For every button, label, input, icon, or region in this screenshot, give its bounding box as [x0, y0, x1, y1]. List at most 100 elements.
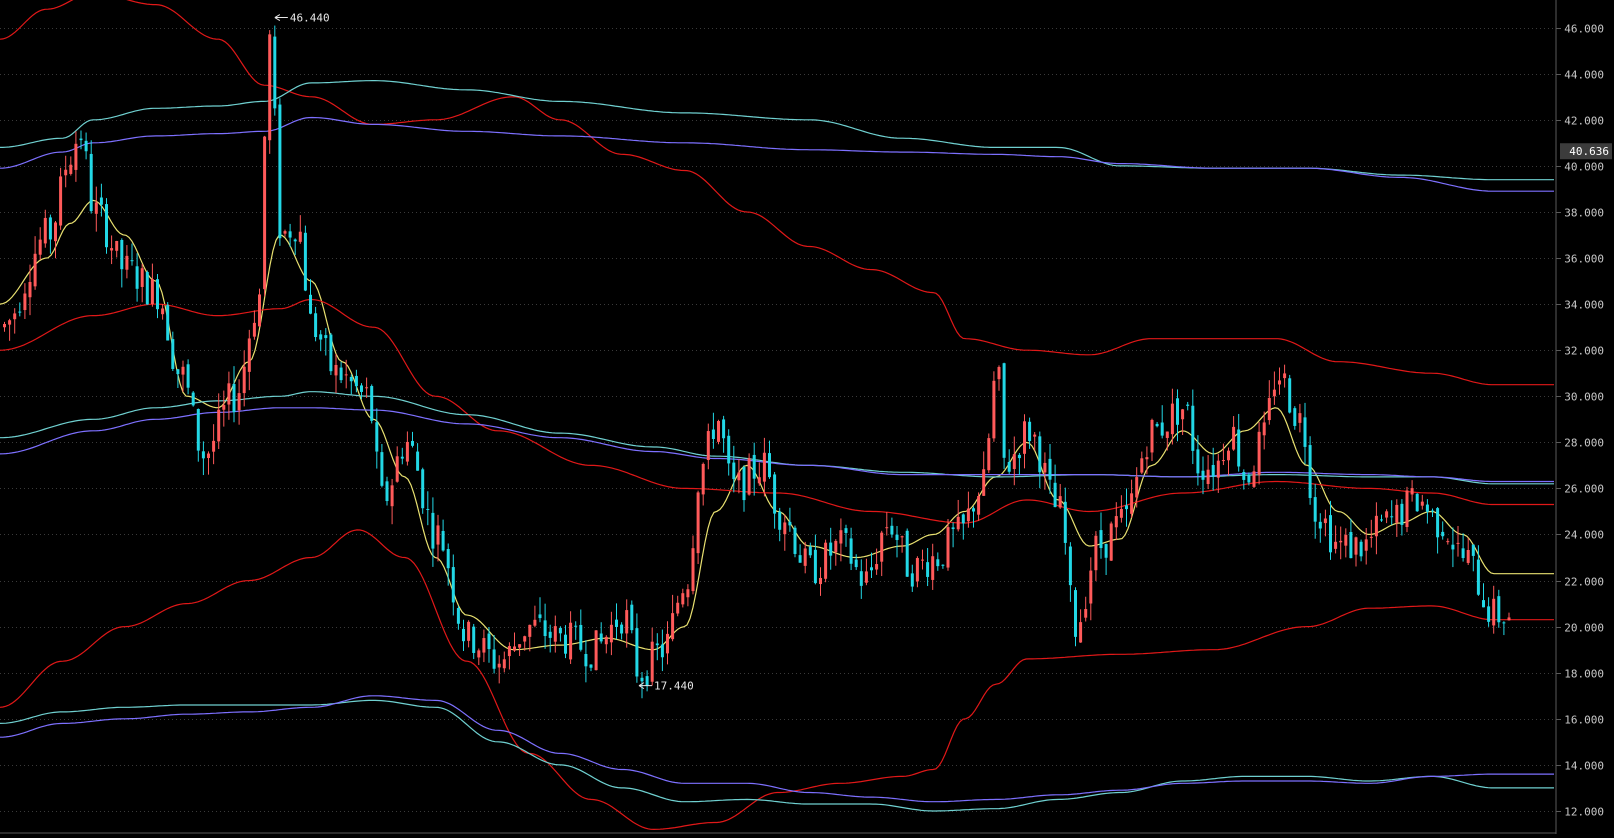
candle-body[interactable]	[472, 626, 476, 653]
candle-body[interactable]	[538, 614, 542, 619]
candle-body[interactable]	[824, 542, 828, 579]
candle-up[interactable]	[992, 371, 996, 442]
candle-up[interactable]	[696, 490, 700, 564]
candle-down[interactable]	[370, 384, 374, 424]
candle-body[interactable]	[768, 453, 771, 478]
candle-up[interactable]	[717, 419, 720, 445]
candle-body[interactable]	[1502, 622, 1506, 624]
candle-body[interactable]	[921, 559, 924, 561]
candle-body[interactable]	[936, 559, 940, 567]
candle-body[interactable]	[666, 633, 669, 654]
candle-body[interactable]	[497, 663, 501, 668]
candle-body[interactable]	[972, 508, 975, 512]
candle-body[interactable]	[1247, 474, 1251, 483]
candle-body[interactable]	[1354, 537, 1358, 555]
candle-body[interactable]	[227, 383, 231, 405]
candle-body[interactable]	[829, 542, 833, 556]
candle-up[interactable]	[747, 453, 751, 496]
candle-body[interactable]	[354, 375, 358, 387]
candle-body[interactable]	[1150, 419, 1154, 453]
candle-body[interactable]	[1109, 523, 1113, 561]
candle-down[interactable]	[1308, 436, 1312, 505]
candle-body[interactable]	[1176, 398, 1179, 425]
candle-body[interactable]	[64, 169, 68, 176]
candle-body[interactable]	[1410, 488, 1414, 495]
candle-body[interactable]	[1415, 493, 1419, 512]
candle-body[interactable]	[1053, 482, 1057, 508]
candle-body[interactable]	[548, 631, 552, 638]
candle-up[interactable]	[1405, 486, 1409, 533]
candle-body[interactable]	[594, 630, 598, 671]
candle-body[interactable]	[640, 677, 644, 682]
candle-up[interactable]	[268, 30, 272, 154]
candle-body[interactable]	[18, 311, 22, 313]
candle-body[interactable]	[885, 527, 889, 529]
candle-body[interactable]	[1017, 454, 1021, 459]
candle-body[interactable]	[997, 367, 1001, 380]
candle-body[interactable]	[941, 564, 945, 566]
candle-body[interactable]	[574, 625, 578, 627]
candle-body[interactable]	[263, 136, 267, 290]
candle-body[interactable]	[405, 441, 409, 462]
candle-body[interactable]	[334, 364, 338, 376]
candle-body[interactable]	[1130, 493, 1134, 514]
candle-body[interactable]	[1242, 472, 1246, 480]
candle-body[interactable]	[441, 530, 445, 551]
candle-body[interactable]	[1125, 505, 1128, 510]
candle-body[interactable]	[956, 516, 960, 530]
candle-body[interactable]	[579, 624, 583, 650]
candle-body[interactable]	[1114, 516, 1118, 528]
candle-body[interactable]	[1257, 431, 1261, 475]
candle-body[interactable]	[686, 589, 690, 598]
candle-body[interactable]	[742, 466, 746, 501]
candle-body[interactable]	[140, 268, 144, 287]
candle-body[interactable]	[1221, 460, 1225, 462]
candle-body[interactable]	[217, 409, 221, 442]
candle-body[interactable]	[737, 472, 741, 481]
candle-body[interactable]	[798, 555, 802, 563]
candle-body[interactable]	[232, 384, 236, 413]
candle-body[interactable]	[54, 222, 57, 242]
candle-body[interactable]	[701, 463, 705, 495]
candle-body[interactable]	[395, 456, 399, 482]
candle-body[interactable]	[1359, 541, 1363, 557]
chart-canvas[interactable]: 46.440 17.440 46.000 44.000 42.000 40.000 38.…	[0, 0, 1614, 834]
candle-down[interactable]	[166, 302, 170, 341]
candle-body[interactable]	[1334, 541, 1338, 549]
candle-body[interactable]	[1068, 546, 1072, 586]
candle-body[interactable]	[1206, 469, 1210, 485]
candle-body[interactable]	[609, 624, 613, 643]
candle-body[interactable]	[1298, 413, 1302, 423]
candle-up[interactable]	[59, 167, 63, 230]
candle-body[interactable]	[375, 422, 379, 452]
candle-body[interactable]	[84, 140, 88, 152]
candle-body[interactable]	[528, 624, 532, 637]
candle-body[interactable]	[926, 562, 930, 577]
candle-body[interactable]	[1344, 534, 1348, 546]
candle-body[interactable]	[196, 409, 200, 451]
candle-body[interactable]	[513, 646, 516, 651]
candle-body[interactable]	[630, 604, 634, 631]
candle-body[interactable]	[43, 217, 47, 244]
candle-body[interactable]	[191, 392, 195, 406]
candle-body[interactable]	[773, 474, 777, 514]
candle-body[interactable]	[59, 176, 63, 226]
candle-body[interactable]	[1058, 496, 1062, 508]
candle-body[interactable]	[783, 522, 787, 535]
candle-body[interactable]	[222, 405, 226, 410]
candle-body[interactable]	[762, 452, 766, 482]
candle-body[interactable]	[1186, 404, 1190, 406]
candle-body[interactable]	[1308, 445, 1312, 498]
candle-body[interactable]	[492, 649, 496, 669]
candle-body[interactable]	[961, 514, 965, 524]
candle-body[interactable]	[1278, 380, 1281, 385]
candle-down[interactable]	[421, 467, 425, 514]
candle-body[interactable]	[839, 530, 843, 544]
candle-body[interactable]	[1033, 434, 1037, 437]
candle-body[interactable]	[681, 593, 685, 605]
candle-body[interactable]	[380, 452, 384, 486]
candle-body[interactable]	[1446, 541, 1450, 543]
candle-body[interactable]	[895, 534, 899, 541]
candle-body[interactable]	[711, 429, 715, 439]
candle-body[interactable]	[788, 521, 792, 526]
